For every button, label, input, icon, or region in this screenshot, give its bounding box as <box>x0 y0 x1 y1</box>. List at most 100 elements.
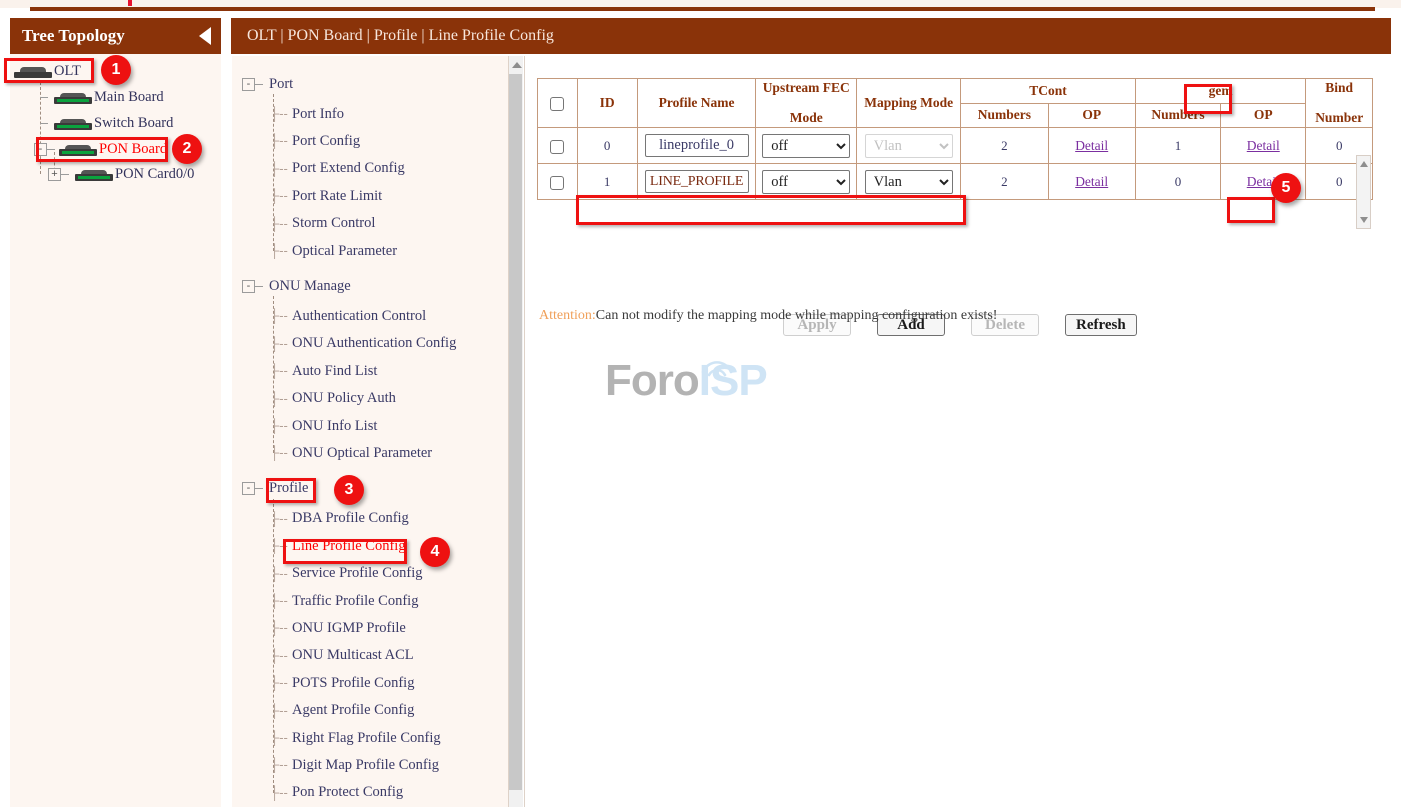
col-tcont-op: OP <box>1048 103 1135 128</box>
tree-item-main-board[interactable]: Main Board <box>40 86 164 108</box>
annotation-badge-1: 1 <box>101 55 131 85</box>
nav-item-storm-control[interactable]: ├--Storm Control <box>270 214 375 234</box>
cell-tcont-op: Detail <box>1048 128 1135 164</box>
tree-item-label: Main Board <box>94 89 164 106</box>
nav-group-label: ONU Manage <box>269 278 351 295</box>
nav-group-toggle[interactable]: - <box>242 280 255 293</box>
nav-item-port-config[interactable]: ├--Port Config <box>270 131 360 151</box>
nav-item-pots-profile-config[interactable]: ├--POTS Profile Config <box>270 673 414 693</box>
nav-scrollbar-thumb[interactable] <box>509 74 522 790</box>
nav-item-onu-info-list[interactable]: ├--ONU Info List <box>270 416 377 436</box>
table-row: 0 off Vlan <box>538 128 1373 164</box>
cell-gem-numbers: 1 <box>1135 128 1220 164</box>
tcont-detail-link[interactable]: Detail <box>1075 174 1108 189</box>
nav-item-label: Storm Control <box>292 215 375 232</box>
nav-item-auto-find-list[interactable]: ├--Auto Find List <box>270 361 377 381</box>
foroisp-watermark: ForoISP <box>605 356 785 411</box>
nav-item-onu-optical-parameter[interactable]: ├--ONU Optical Parameter <box>270 443 432 463</box>
nav-group-toggle[interactable]: - <box>242 78 255 91</box>
device-card-icon <box>75 168 113 181</box>
tree-item-label: Switch Board <box>94 115 173 132</box>
nav-item-dba-profile-config[interactable]: ├--DBA Profile Config <box>270 509 409 529</box>
nav-item-right-flag-profile-config[interactable]: ├--Right Flag Profile Config <box>270 728 441 748</box>
nav-item-onu-multicast-acl[interactable]: ├--ONU Multicast ACL <box>270 646 414 666</box>
annotation-box-profile <box>266 478 316 503</box>
nav-item-port-rate-limit[interactable]: ├--Port Rate Limit <box>270 186 382 206</box>
watermark-text-foro: Foro <box>605 356 699 405</box>
cell-gem-op: Detail <box>1221 128 1306 164</box>
col-tcont-group: TCont <box>961 79 1136 104</box>
attention-label: Attention: <box>539 308 596 323</box>
attention-note: Attention:Can not modify the mapping mod… <box>539 308 997 324</box>
line-profile-table-wrap: ID Profile Name Upstream FEC Mode Mappin… <box>537 78 1377 200</box>
line-profile-table: ID Profile Name Upstream FEC Mode Mappin… <box>537 78 1373 200</box>
mapping-mode-select[interactable]: Vlan <box>865 170 953 194</box>
table-vertical-scrollbar[interactable] <box>1356 155 1371 229</box>
gem-detail-link[interactable]: Detail <box>1247 138 1280 153</box>
fec-mode-select[interactable]: off <box>762 170 850 194</box>
nav-item-onu-authentication-config[interactable]: ├--ONU Authentication Config <box>270 334 456 354</box>
profile-name-input[interactable] <box>645 170 749 193</box>
nav-item-optical-parameter[interactable]: ├--Optical Parameter <box>270 241 397 261</box>
nav-group-label: Port <box>269 76 293 93</box>
scroll-up-arrow-icon[interactable] <box>1360 161 1368 167</box>
collapse-left-arrow-icon[interactable] <box>199 27 211 45</box>
tree-topology-title: Tree Topology <box>22 26 125 46</box>
cell-tcont-numbers: 2 <box>961 128 1048 164</box>
nav-group-port[interactable]: - Port <box>242 74 293 94</box>
tree-item-pon-card[interactable]: + PON Card0/0 <box>48 163 194 185</box>
col-mapping-mode: Mapping Mode <box>857 79 961 128</box>
nav-item-label: Agent Profile Config <box>292 702 414 719</box>
cell-profile-name <box>637 128 756 164</box>
nav-item-traffic-profile-config[interactable]: ├--Traffic Profile Config <box>270 591 418 611</box>
nav-item-port-extend-config[interactable]: ├--Port Extend Config <box>270 159 405 179</box>
refresh-button[interactable]: Refresh <box>1065 314 1137 336</box>
nav-connector-line <box>273 499 274 793</box>
nav-item-pon-protect-config[interactable]: ├--Pon Protect Config <box>270 783 403 803</box>
tree-expand-toggle[interactable]: + <box>48 168 61 181</box>
col-bind-line1: Bind <box>1307 80 1371 96</box>
select-all-cell <box>538 79 578 128</box>
nav-connector-line <box>273 296 274 453</box>
scroll-down-arrow-icon[interactable] <box>1360 217 1368 223</box>
nav-item-onu-igmp-profile[interactable]: ├--ONU IGMP Profile <box>270 618 406 638</box>
annotation-box-gem-detail <box>1227 197 1275 223</box>
tree-item-switch-board[interactable]: Switch Board <box>40 112 173 134</box>
col-id: ID <box>577 79 637 128</box>
nav-item-port-info[interactable]: ├--Port Info <box>270 104 344 124</box>
row-select-cell <box>538 164 578 200</box>
fec-mode-select[interactable]: off <box>762 134 850 158</box>
cell-fec-mode: off <box>756 128 857 164</box>
tree-branch-dash-icon <box>40 97 48 98</box>
nav-item-agent-profile-config[interactable]: ├--Agent Profile Config <box>270 701 414 721</box>
col-gem-op: OP <box>1221 103 1306 128</box>
tcont-detail-link[interactable]: Detail <box>1075 138 1108 153</box>
wifi-arc-icon <box>700 358 734 378</box>
nav-item-service-profile-config[interactable]: ├--Service Profile Config <box>270 564 422 584</box>
nav-scroll-up-arrow-icon[interactable] <box>512 62 522 68</box>
row-checkbox[interactable] <box>550 176 564 190</box>
nav-item-onu-policy-auth[interactable]: ├--ONU Policy Auth <box>270 389 396 409</box>
nav-group-onu-manage[interactable]: - ONU Manage <box>242 276 351 296</box>
annotation-badge-3: 3 <box>334 475 364 505</box>
row-checkbox[interactable] <box>550 140 564 154</box>
col-bind-number: Bind Number <box>1306 79 1373 128</box>
device-board-icon <box>54 91 92 104</box>
nav-item-label: ONU Optical Parameter <box>292 445 432 462</box>
nav-item-label: Traffic Profile Config <box>292 593 418 610</box>
profile-name-input[interactable] <box>645 134 749 157</box>
col-bind-line2: Number <box>1307 110 1371 126</box>
nav-item-label: Right Flag Profile Config <box>292 730 441 747</box>
col-upstream-fec-line2: Mode <box>757 110 855 126</box>
nav-item-digit-map-profile-config[interactable]: ├--Digit Map Profile Config <box>270 755 439 775</box>
app-root: Tree Topology OLT Main Board <box>0 0 1401 807</box>
row-select-cell <box>538 128 578 164</box>
nav-group-toggle[interactable]: - <box>242 482 255 495</box>
col-profile-name: Profile Name <box>637 79 756 128</box>
nav-item-label: Port Info <box>292 106 344 123</box>
annotation-box-pon-board <box>36 137 168 162</box>
select-all-checkbox[interactable] <box>550 97 564 111</box>
nav-item-authentication-control[interactable]: ├--Authentication Control <box>270 306 426 326</box>
cell-gem-numbers: 0 <box>1135 164 1220 200</box>
annotation-badge-2: 2 <box>172 134 202 164</box>
